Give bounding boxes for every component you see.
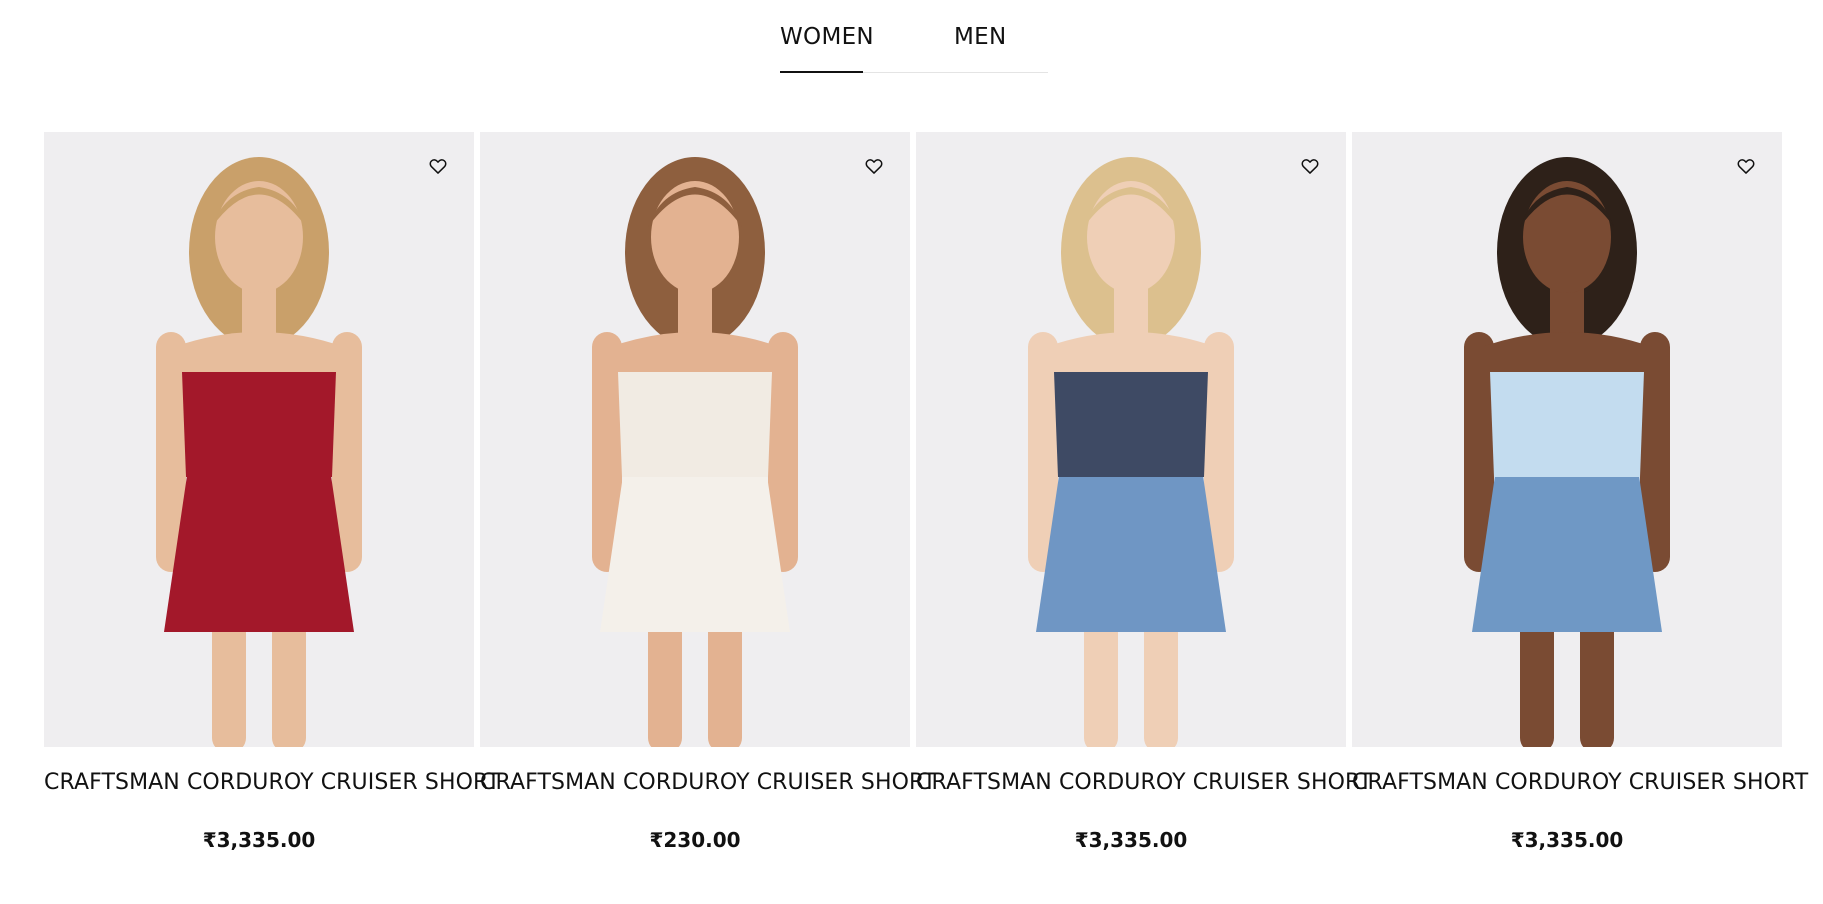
product-price: ₹230.00 xyxy=(649,828,741,852)
product-image[interactable] xyxy=(44,132,474,747)
heart-icon xyxy=(1301,159,1319,174)
heart-outline-icon[interactable] xyxy=(864,156,884,176)
product-price: ₹3,335.00 xyxy=(1074,828,1188,852)
product-image[interactable] xyxy=(1352,132,1782,747)
product-card[interactable]: CRAFTSMAN CORDUROY CRUISER SHORT ₹3,335.… xyxy=(1352,132,1808,872)
model-bottom-garment xyxy=(164,462,354,632)
active-tab-indicator xyxy=(780,71,863,73)
heart-icon xyxy=(865,159,883,174)
product-title[interactable]: CRAFTSMAN CORDUROY CRUISER SHORT xyxy=(1352,768,1808,798)
model-face xyxy=(1523,181,1611,293)
tab-men[interactable]: MEN xyxy=(954,24,1010,74)
model-top-garment xyxy=(182,372,336,477)
category-tabs: WOMEN MEN xyxy=(780,0,1048,74)
model-bottom-garment xyxy=(1472,462,1662,632)
model-bottom-garment xyxy=(1036,462,1226,632)
product-card[interactable]: CRAFTSMAN CORDUROY CRUISER SHORT ₹3,335.… xyxy=(44,132,500,872)
model-photo xyxy=(44,132,474,747)
model-top-garment xyxy=(1490,372,1644,477)
product-card[interactable]: CRAFTSMAN CORDUROY CRUISER SHORT ₹230.00 xyxy=(480,132,936,872)
product-price: ₹3,335.00 xyxy=(1510,828,1624,852)
model-photo xyxy=(480,132,910,747)
model-photo xyxy=(1352,132,1782,747)
tab-women[interactable]: WOMEN xyxy=(780,24,874,74)
model-photo xyxy=(916,132,1346,747)
heart-outline xyxy=(429,159,447,174)
heart-outline xyxy=(865,159,883,174)
heart-icon xyxy=(1737,159,1755,174)
product-price: ₹3,335.00 xyxy=(202,828,316,852)
heart-outline xyxy=(1737,159,1755,174)
product-image[interactable] xyxy=(916,132,1346,747)
heart-icon xyxy=(429,159,447,174)
model-face xyxy=(215,181,303,293)
product-card[interactable]: CRAFTSMAN CORDUROY CRUISER SHORT ₹3,335.… xyxy=(916,132,1372,872)
product-title[interactable]: CRAFTSMAN CORDUROY CRUISER SHORT xyxy=(916,768,1372,798)
heart-outline-icon[interactable] xyxy=(428,156,448,176)
model-top-garment xyxy=(1054,372,1208,477)
heart-outline xyxy=(1301,159,1319,174)
product-image[interactable] xyxy=(480,132,910,747)
model-top-garment xyxy=(618,372,772,477)
model-bottom-garment xyxy=(600,462,790,632)
heart-outline-icon[interactable] xyxy=(1300,156,1320,176)
product-title[interactable]: CRAFTSMAN CORDUROY CRUISER SHORT xyxy=(480,768,936,798)
heart-outline-icon[interactable] xyxy=(1736,156,1756,176)
model-face xyxy=(1087,181,1175,293)
product-title[interactable]: CRAFTSMAN CORDUROY CRUISER SHORT xyxy=(44,768,500,798)
product-grid: CRAFTSMAN CORDUROY CRUISER SHORT ₹3,335.… xyxy=(44,132,1808,872)
model-face xyxy=(651,181,739,293)
